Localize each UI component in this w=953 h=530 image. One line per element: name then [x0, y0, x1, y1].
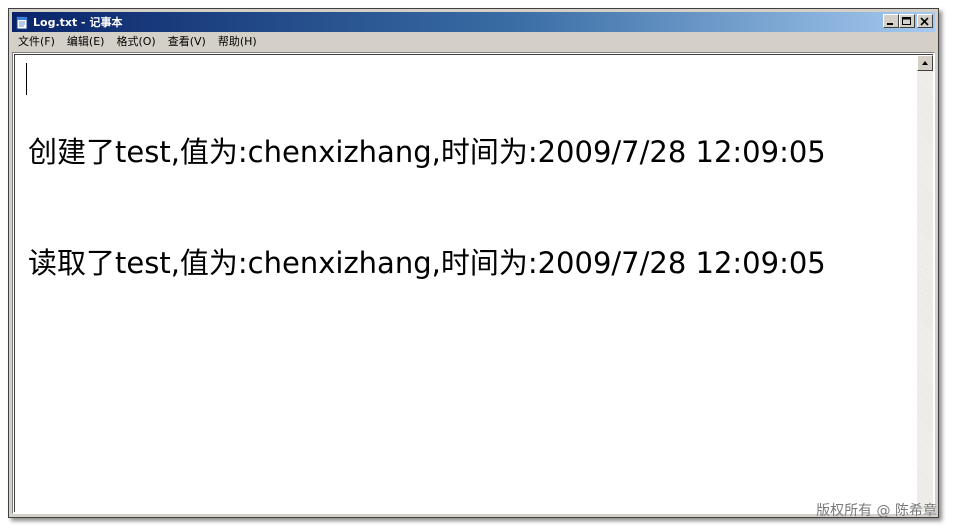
- window-controls: [883, 14, 933, 28]
- text-editor[interactable]: 创建了test,值为:chenxizhang,时间为:2009/7/28 12:…: [12, 52, 935, 514]
- menu-file[interactable]: 文件(F): [12, 34, 61, 50]
- minimize-icon: [887, 22, 893, 25]
- log-line: 读取了test,值为:chenxizhang,时间为:2009/7/28 12:…: [28, 246, 826, 280]
- scroll-up-arrow-icon: [922, 61, 928, 65]
- menu-help[interactable]: 帮助(H): [212, 34, 263, 50]
- notepad-window: Log.txt - 记事本 文件(F) 编辑(E) 格式(O) 查看(V) 帮助…: [8, 8, 939, 518]
- notepad-icon[interactable]: [15, 15, 29, 30]
- text-editor-inner: 创建了test,值为:chenxizhang,时间为:2009/7/28 12:…: [14, 54, 933, 512]
- menu-format[interactable]: 格式(O): [110, 34, 161, 50]
- text-caret: [26, 63, 27, 95]
- scroll-up-button[interactable]: [917, 55, 933, 71]
- maximize-icon: [902, 16, 911, 25]
- vertical-scrollbar[interactable]: [917, 55, 933, 512]
- menu-view[interactable]: 查看(V): [162, 34, 212, 50]
- log-line: 创建了test,值为:chenxizhang,时间为:2009/7/28 12:…: [28, 135, 826, 169]
- close-icon: [920, 16, 929, 26]
- menu-edit[interactable]: 编辑(E): [61, 34, 111, 50]
- close-button[interactable]: [917, 14, 933, 28]
- maximize-button[interactable]: [899, 14, 915, 28]
- screenshot-frame: Log.txt - 记事本 文件(F) 编辑(E) 格式(O) 查看(V) 帮助…: [0, 0, 953, 530]
- menu-bar: 文件(F) 编辑(E) 格式(O) 查看(V) 帮助(H): [12, 33, 935, 51]
- minimize-button[interactable]: [883, 14, 899, 28]
- document-text[interactable]: 创建了test,值为:chenxizhang,时间为:2009/7/28 12:…: [28, 60, 908, 356]
- title-bar[interactable]: Log.txt - 记事本: [12, 12, 935, 32]
- window-title: Log.txt - 记事本: [33, 16, 123, 29]
- scroll-track[interactable]: [917, 71, 933, 512]
- copyright-watermark: 版权所有 @ 陈希章: [816, 503, 937, 519]
